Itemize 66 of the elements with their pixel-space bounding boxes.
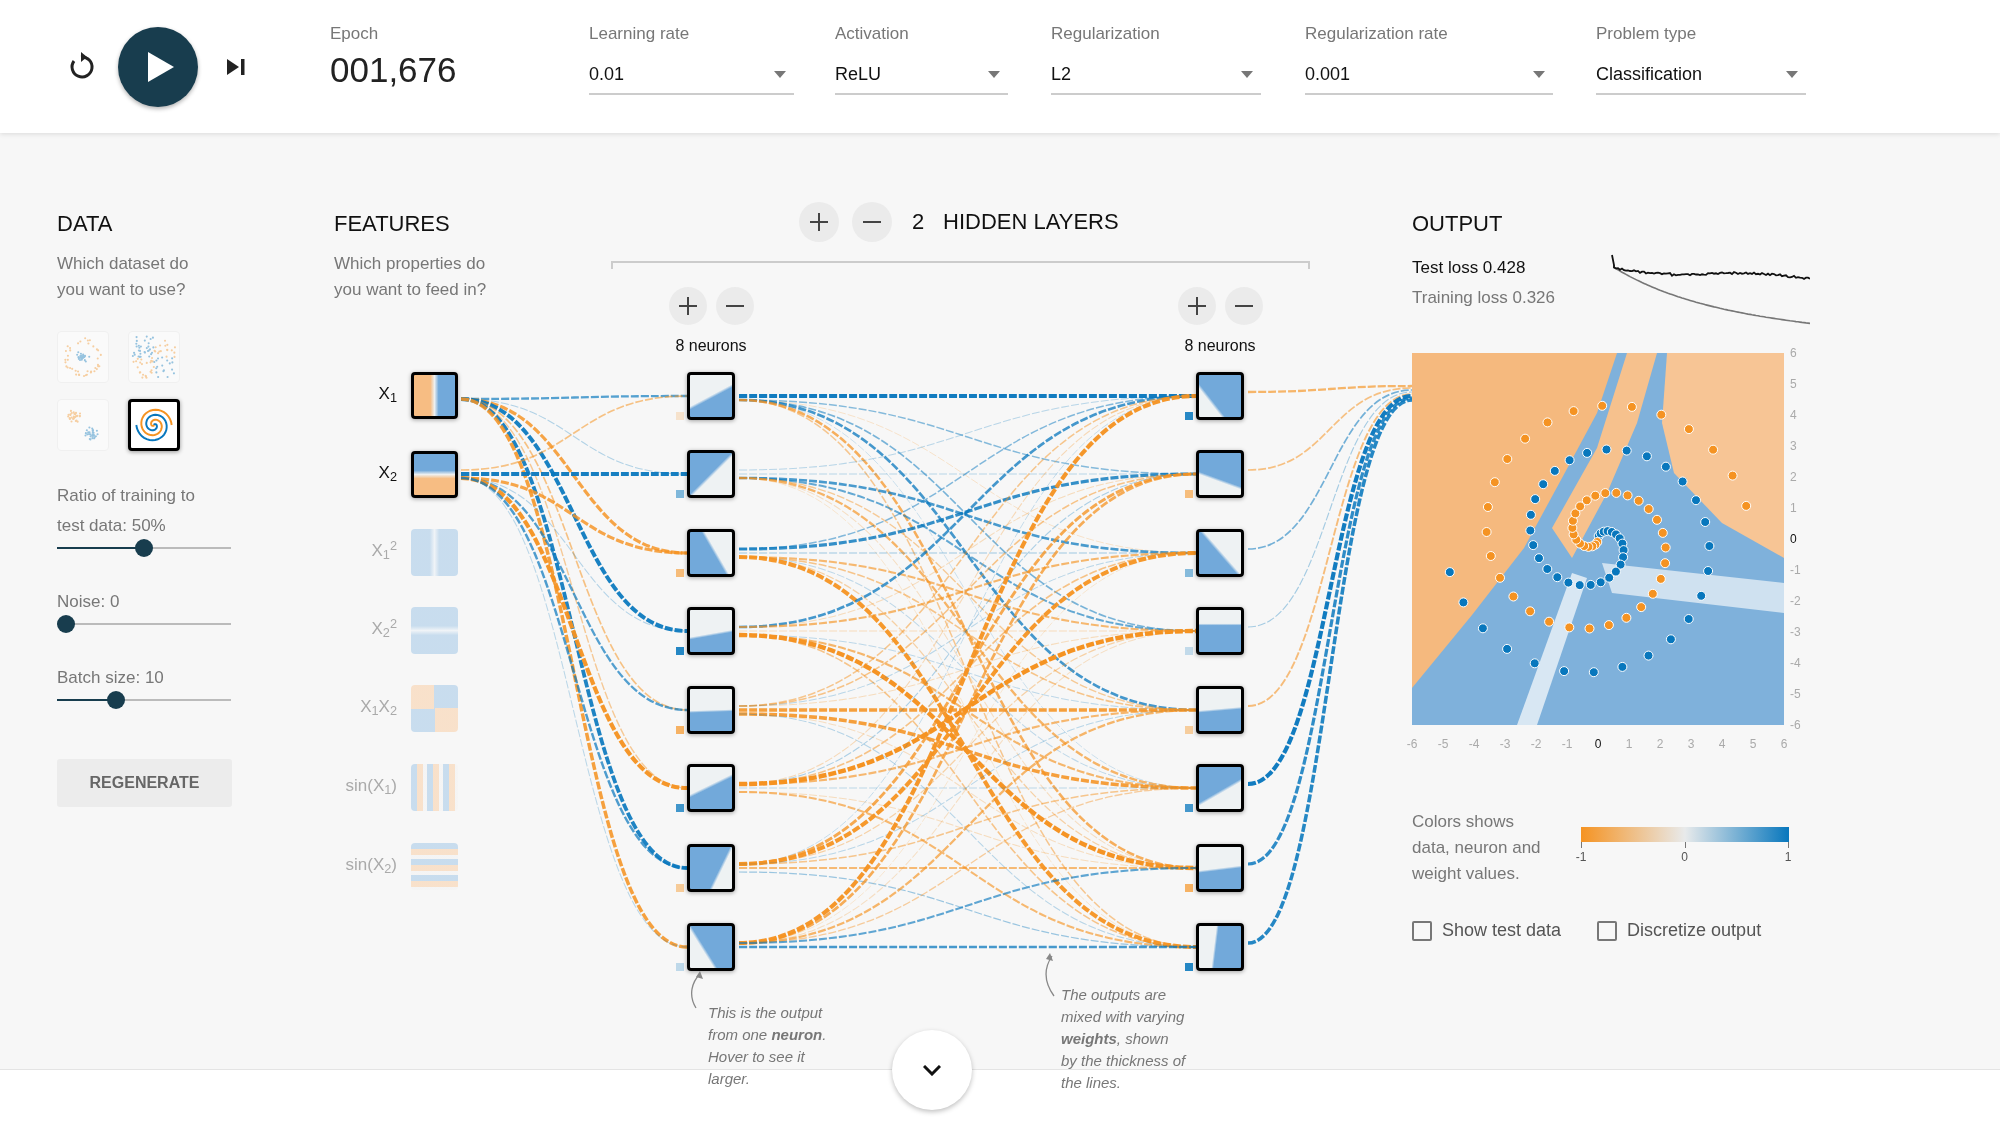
feature-label: X$_{2}$ (377, 462, 397, 484)
axis-tick-label: 2 (1790, 470, 1797, 484)
dropdown-label: Problem type (1596, 23, 1698, 45)
feature-label: X$_{1}$X$_{2}$ (359, 696, 397, 718)
test-loss-text: Test loss 0.428 (1412, 257, 1526, 279)
section-title: DATA (57, 211, 114, 237)
layer-count: 2 (912, 209, 925, 235)
axis-tick-label: 0 (1593, 737, 1603, 751)
annotation-text: This is the output from one neuron. Hover to see it larger. (708, 1003, 828, 1089)
scale-tick-label: 1 (1783, 850, 1793, 864)
slider-label: Batch size: 10 (57, 667, 165, 689)
axis-tick-label: 4 (1717, 737, 1727, 751)
section-title: FEATURES (334, 211, 450, 237)
section-title: HIDDEN LAYERS (943, 209, 1119, 235)
dropdown[interactable]: Classification (1596, 55, 1806, 95)
axis-tick-label: 5 (1748, 737, 1758, 751)
neuron-count-label: 8 neurons (674, 336, 748, 356)
section-description: Which dataset do you want to use? (57, 253, 190, 301)
scale-tick-label: -1 (1574, 850, 1588, 864)
scale-tick-label: 0 (1680, 850, 1689, 864)
slider-label: Noise: 0 (57, 591, 121, 613)
axis-tick-label: 0 (1790, 532, 1797, 546)
axis-tick-label: -4 (1467, 737, 1481, 751)
axis-tick-label: 1 (1624, 737, 1634, 751)
epoch-label: Epoch (330, 23, 380, 45)
dropdown-label: Regularization rate (1305, 23, 1449, 45)
axis-tick-label: -6 (1790, 718, 1801, 732)
axis-tick-label: -1 (1560, 737, 1574, 751)
section-description: Which properties do you want to feed in? (334, 253, 488, 301)
axis-tick-label: 3 (1790, 439, 1797, 453)
axis-tick-label: -6 (1405, 737, 1419, 751)
checkbox-label: Discretize output (1627, 919, 1762, 942)
feature-label: sin(X$_{2}$) (344, 854, 397, 876)
dropdown[interactable]: 0.001 (1305, 55, 1553, 95)
axis-tick-label: -5 (1436, 737, 1450, 751)
regenerate-button[interactable]: REGENERATE (57, 759, 232, 807)
section-title: OUTPUT (1412, 211, 1504, 237)
slider-label: Ratio of training to test data: 50% (57, 485, 196, 537)
dropdown-label: Activation (835, 23, 910, 45)
axis-tick-label: 6 (1779, 737, 1789, 751)
feature-label: X$_{1}$ (377, 383, 397, 405)
axis-tick-label: -3 (1498, 737, 1512, 751)
dropdown[interactable]: 0.01 (589, 55, 794, 95)
axis-tick-label: -2 (1529, 737, 1543, 751)
epoch-counter: 001,676 (330, 49, 458, 91)
axis-tick-label: -5 (1790, 687, 1801, 701)
feature-label: sin(X$_{1}$) (344, 775, 397, 797)
axis-tick-label: 4 (1790, 408, 1797, 422)
checkbox-label: Show test data (1442, 919, 1562, 942)
neuron-count-label: 8 neurons (1183, 336, 1257, 356)
dropdown[interactable]: ReLU (835, 55, 1008, 95)
axis-tick-label: 1 (1790, 501, 1797, 515)
axis-tick-label: 6 (1790, 346, 1797, 360)
dropdown[interactable]: L2 (1051, 55, 1261, 95)
axis-tick-label: -3 (1790, 625, 1801, 639)
legend-text: Colors shows data, neuron and weight values. (1412, 811, 1542, 885)
training-loss-text: Training loss 0.326 (1412, 287, 1555, 309)
axis-tick-label: -1 (1790, 563, 1801, 577)
axis-tick-label: -4 (1790, 656, 1801, 670)
axis-tick-label: 3 (1686, 737, 1696, 751)
dropdown-label: Regularization (1051, 23, 1161, 45)
axis-tick-label: -2 (1790, 594, 1801, 608)
axis-tick-label: 5 (1790, 377, 1797, 391)
axis-tick-label: 2 (1655, 737, 1665, 751)
dropdown-label: Learning rate (589, 23, 691, 45)
annotation-text: The outputs are mixed with varying weights, shown by the thickness of the lines. (1061, 985, 1188, 1093)
